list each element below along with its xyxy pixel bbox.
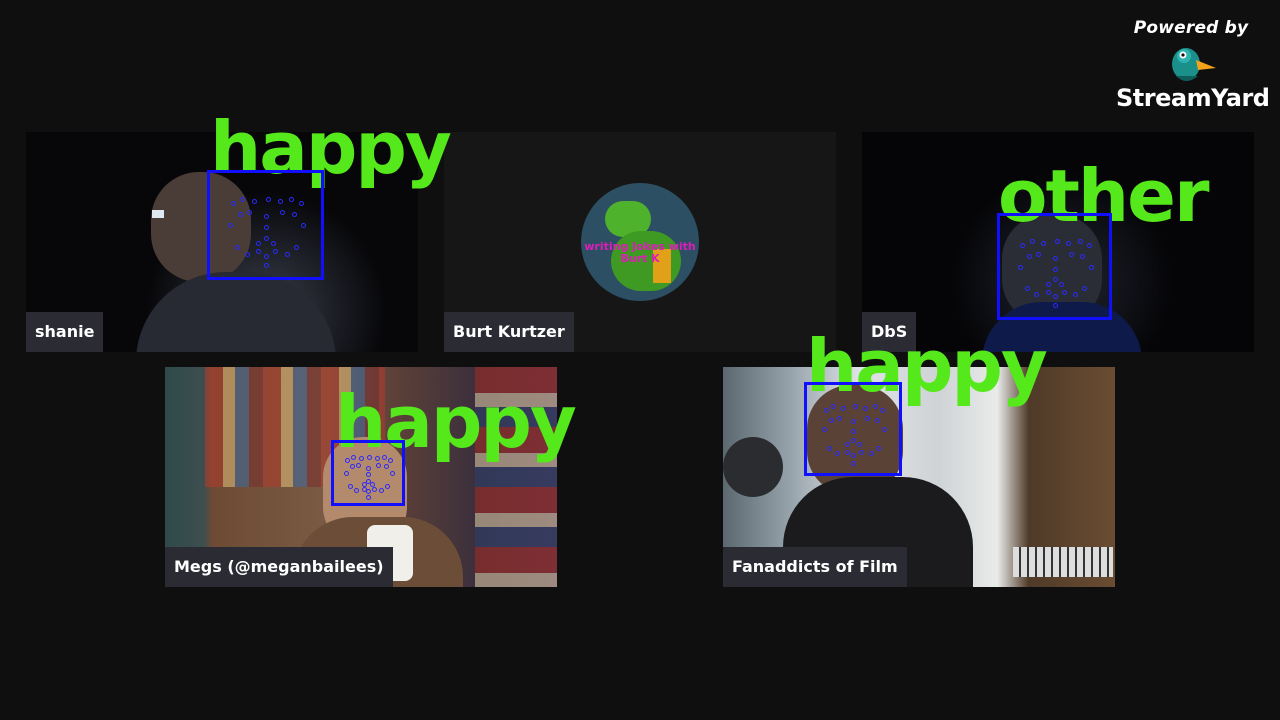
streamyard-wordmark: StreamYard — [1116, 84, 1270, 112]
participant-name-tag: Fanaddicts of Film — [723, 547, 907, 587]
streamyard-branding: Powered by StreamYard — [1116, 18, 1270, 112]
participant-name-tag: Megs (@meganbailees) — [165, 547, 393, 587]
participant-name-tag: DbS — [862, 312, 917, 352]
poster-wall-right — [475, 367, 557, 587]
chair — [723, 437, 783, 497]
powered-by-label: Powered by — [1133, 18, 1249, 38]
background-light — [152, 210, 164, 218]
participant-face — [151, 172, 251, 282]
duck-logo-icon — [1172, 48, 1216, 81]
participant-tile-burt-kurtzer[interactable]: writing Jokes with Burt K Burt Kurtzer — [444, 132, 836, 352]
participant-tile-dbs[interactable]: DbS — [862, 132, 1254, 352]
avatar-caption: writing Jokes with Burt K — [584, 240, 696, 265]
participant-tile-fanaddicts-of-film[interactable]: Fanaddicts of Film — [723, 367, 1115, 587]
participant-avatar: writing Jokes with Burt K — [581, 183, 699, 301]
participant-tile-shanie[interactable]: shanie — [26, 132, 418, 352]
participant-tile-megs[interactable]: Megs (@meganbailees) — [165, 367, 557, 587]
participant-name-tag: shanie — [26, 312, 104, 352]
face-analysis-overlay: happy other happy happy — [0, 0, 1280, 720]
keyboard — [1013, 547, 1113, 577]
participant-name-tag: Burt Kurtzer — [444, 312, 574, 352]
